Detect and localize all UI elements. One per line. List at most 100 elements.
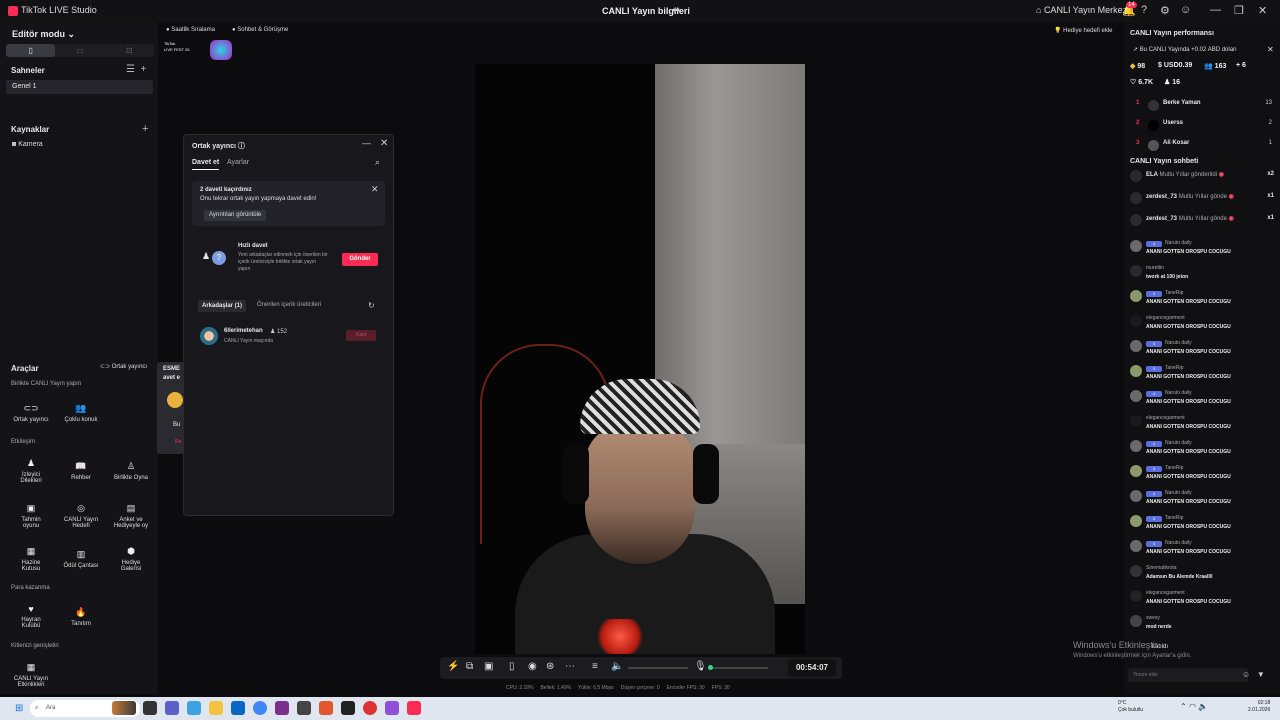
chat-message[interactable]: 4 Naruto daily ANANI GOTTEN OROSPU COCUGU bbox=[1130, 489, 1274, 513]
emoji-icon[interactable]: ☺ bbox=[1242, 670, 1250, 679]
chat-username[interactable]: TaneRip bbox=[1165, 515, 1183, 521]
chat-message[interactable]: 3 TaneRip ANANI GOTTEN OROSPU COCUGU bbox=[1130, 514, 1274, 538]
chat-username[interactable]: Naruto daily bbox=[1165, 340, 1192, 346]
portrait-view-tab[interactable]: ▯ bbox=[6, 44, 56, 57]
replay-icon[interactable]: ⊛ bbox=[546, 661, 554, 672]
mic-level-slider[interactable] bbox=[708, 667, 768, 669]
video-preview[interactable] bbox=[475, 64, 805, 654]
chat-message[interactable]: 3 TaneRip ANANI GOTTEN OROSPU COCUGU bbox=[1130, 464, 1274, 488]
tool-live-events[interactable]: ▦ CANLI Yayın Etkinlikleri bbox=[7, 662, 55, 688]
profile-icon[interactable]: ☺ bbox=[1180, 4, 1191, 16]
copilot-icon[interactable] bbox=[187, 701, 201, 715]
chat-message[interactable]: elegancegarment ANANI GOTTEN OROSPU COCUG… bbox=[1130, 414, 1274, 438]
chat-username[interactable]: Naruto daily bbox=[1165, 390, 1192, 396]
minimize-icon[interactable]: — bbox=[362, 138, 371, 148]
chat-username[interactable]: elegancegarment bbox=[1146, 315, 1185, 321]
gear-icon[interactable]: ⚙ bbox=[1160, 4, 1170, 17]
tool-fan-club[interactable]: ♥ Hayran Kulübü bbox=[7, 604, 55, 629]
volume-slider[interactable] bbox=[628, 667, 688, 669]
tool-poll[interactable]: ▤ Anket ve Hediyeyle oy bbox=[107, 503, 155, 529]
record-icon[interactable]: ◉ bbox=[528, 661, 537, 672]
fest-badge-icon[interactable] bbox=[210, 40, 232, 60]
tiktok-icon[interactable] bbox=[407, 701, 421, 715]
source-camera[interactable]: ◙ Kamera bbox=[12, 141, 43, 148]
tool-cohost[interactable]: ⊂⊃ Ortak yayıncı bbox=[7, 403, 55, 423]
chat-username[interactable]: Naruto daily bbox=[1165, 490, 1192, 496]
restore-icon[interactable]: ❐ bbox=[1234, 4, 1244, 17]
chat-message[interactable]: 4 Naruto daily ANANI GOTTEN OROSPU COCUGU bbox=[1130, 339, 1274, 363]
tool-play-together[interactable]: ♙ Birlikte Oyna bbox=[107, 461, 155, 481]
chat-message[interactable]: murettin twork at 100 jeton bbox=[1130, 264, 1274, 288]
ranking-row[interactable]: 2 Userss 2 bbox=[1132, 120, 1272, 134]
cohost-shortcut-button[interactable]: ⊂⊃ Ortak yayıncı bbox=[100, 363, 147, 370]
chat-message[interactable]: 3 TaneRip ANANI GOTTEN OROSPU COCUGU bbox=[1130, 289, 1274, 313]
chat-username[interactable]: elegancegarment bbox=[1146, 590, 1185, 596]
tab-invite[interactable]: Davet et bbox=[192, 159, 220, 170]
system-clock[interactable]: 02:18 2.01.2026 bbox=[1248, 700, 1270, 714]
layers-icon[interactable]: ⧉ bbox=[466, 661, 473, 672]
join-button[interactable]: Katıl bbox=[346, 330, 376, 341]
file-explorer-icon[interactable] bbox=[209, 701, 223, 715]
app-icon[interactable] bbox=[275, 701, 289, 715]
brave-icon[interactable] bbox=[319, 701, 333, 715]
chat-message[interactable]: 4 Naruto daily ANANI GOTTEN OROSPU COCUGU bbox=[1130, 389, 1274, 413]
editor-mode-dropdown[interactable]: Editör modu ⌄ bbox=[12, 29, 75, 40]
chat-message[interactable]: 4 Naruto daily ANANI GOTTEN OROSPU COCUGU bbox=[1130, 439, 1274, 463]
microphone-icon[interactable]: 🎙 bbox=[694, 661, 707, 672]
tool-gift-gallery[interactable]: ⬢ Hediye Galerisi bbox=[107, 546, 155, 572]
scene-item[interactable]: Genel 1 bbox=[6, 80, 153, 94]
chat-meeting-chip[interactable]: ● Sohbet & Görüşme bbox=[232, 24, 288, 36]
close-icon[interactable]: ✕ bbox=[1267, 44, 1274, 56]
chat-message[interactable]: Sinematikrota Adamsın Bu Alemde Kraallll bbox=[1130, 564, 1274, 588]
info-icon[interactable]: ⓘ bbox=[238, 143, 245, 150]
add-scene-icon[interactable]: + bbox=[141, 64, 147, 75]
minimize-icon[interactable]: — bbox=[1210, 4, 1221, 16]
chat-username[interactable]: Naruto daily bbox=[1165, 240, 1192, 246]
refresh-icon[interactable]: ↻ bbox=[368, 301, 375, 310]
chat-username[interactable]: Naruto daily bbox=[1165, 440, 1192, 446]
background-popup[interactable]: ESME avet e Bu Re bbox=[157, 362, 184, 454]
chat-username[interactable]: TaneRip bbox=[1165, 290, 1183, 296]
tool-treasure-box[interactable]: ▦ Hazine Kutusu bbox=[7, 546, 55, 572]
taskbar-weather-widget-icon[interactable] bbox=[112, 701, 136, 715]
send-button[interactable]: Gönder bbox=[342, 253, 378, 266]
close-icon[interactable]: ✕ bbox=[380, 138, 388, 149]
chat-message[interactable]: 3 TaneRip ANANI GOTTEN OROSPU COCUGU bbox=[1130, 364, 1274, 388]
chat-username[interactable]: murettin bbox=[1146, 265, 1164, 271]
network-icon[interactable]: ◠ bbox=[1189, 702, 1196, 711]
teams-icon[interactable] bbox=[165, 701, 179, 715]
comment-input[interactable]: Yorum ekle bbox=[1128, 668, 1248, 682]
chevron-up-icon[interactable]: ⌃ bbox=[1180, 702, 1187, 711]
landscape-view-tab[interactable]: ▭ bbox=[55, 44, 104, 57]
tab-suggested-creators[interactable]: Önerilen içerik üreticileri bbox=[257, 302, 321, 308]
chat-username[interactable]: elegancegarment bbox=[1146, 415, 1185, 421]
app-icon[interactable] bbox=[297, 701, 311, 715]
close-icon[interactable]: ✕ bbox=[1258, 4, 1267, 17]
view-details-button[interactable]: Ayrıntıları görüntüle bbox=[204, 210, 267, 221]
chrome-icon[interactable] bbox=[253, 701, 267, 715]
ranking-row[interactable]: 1 Berke Yaman 13 bbox=[1132, 100, 1272, 114]
settings-sliders-icon[interactable]: ≡ bbox=[592, 661, 598, 672]
chat-username[interactable]: Naruto daily bbox=[1165, 540, 1192, 546]
chat-message[interactable]: 4 Naruto daily ANANI GOTTEN OROSPU COCUGU bbox=[1130, 239, 1274, 263]
tool-viewer-wishes[interactable]: ♟ İzleyici Dilekleri bbox=[7, 458, 55, 484]
lock-view-tab[interactable]: ⊡ bbox=[105, 44, 154, 57]
filter-icon[interactable]: ▼ bbox=[1257, 670, 1265, 679]
weather-widget[interactable]: 0°C Çok bulutlu bbox=[1118, 700, 1143, 714]
chat-message[interactable]: swesy mod nerde bbox=[1130, 614, 1274, 638]
app-icon[interactable] bbox=[385, 701, 399, 715]
search-icon[interactable]: ⌕ bbox=[375, 157, 380, 168]
more-icon[interactable]: ⋯ bbox=[565, 661, 575, 672]
tab-settings[interactable]: Ayarlar bbox=[227, 159, 249, 166]
store-icon[interactable] bbox=[231, 701, 245, 715]
tool-reward-bag[interactable]: ▥ Ödül Çantası bbox=[57, 549, 105, 569]
task-view-icon[interactable] bbox=[143, 701, 157, 715]
tool-promotion[interactable]: 🔥 Tanıtım bbox=[57, 607, 105, 627]
live-fest-logo[interactable]: TikTok LIVE FEST 25 bbox=[164, 41, 196, 58]
share-icon[interactable]: ➦ bbox=[672, 5, 680, 16]
tab-friends[interactable]: Arkadaşlar (1) bbox=[198, 300, 247, 312]
chat-message[interactable]: elegancegarment ANANI GOTTEN OROSPU COCUG… bbox=[1130, 314, 1274, 338]
chat-username[interactable]: TaneRip bbox=[1165, 465, 1183, 471]
tool-guess-game[interactable]: ▣ Tahmin oyunu bbox=[7, 503, 55, 529]
help-icon[interactable]: ? bbox=[1141, 4, 1147, 16]
